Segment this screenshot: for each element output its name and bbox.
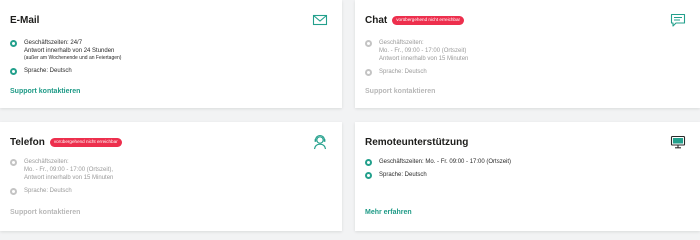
chat-hours-line3: Antwort innerhalb von 15 Minuten: [379, 56, 469, 62]
phone-status-badge: vorübergehend nicht erreichbar: [49, 138, 122, 147]
clock-icon: [365, 159, 372, 166]
phone-hours-line2: Mo. - Fr., 09:00 - 17:00 (Ortszeit),: [24, 167, 114, 173]
email-hours-note: (außer am Wochenende und an Feiertagen): [24, 55, 122, 61]
chat-bubble-icon: [670, 13, 686, 27]
phone-info: Geschäftszeiten: Mo. - Fr., 09:00 - 17:0…: [10, 158, 113, 200]
chat-title: Chat: [365, 15, 388, 26]
language-icon: [10, 68, 17, 75]
email-language-row: Sprache: Deutsch: [10, 67, 121, 75]
email-hours-line1: Geschäftszeiten: 24/7: [24, 40, 83, 46]
chat-hours-row: Geschäftszeiten: Mo. - Fr., 09:00 - 17:0…: [365, 39, 468, 63]
phone-language-row: Sprache: Deutsch: [10, 187, 113, 195]
email-title: E-Mail: [10, 15, 40, 26]
language-icon: [365, 172, 372, 179]
remote-learn-more-link[interactable]: Mehr erfahren: [365, 209, 412, 216]
phone-hours-line3: Antwort innerhalb von 15 Minuten: [24, 175, 114, 181]
remote-title: Remoteunterstützung: [365, 137, 469, 148]
email-hours-row: Geschäftszeiten: 24/7 Antwort innerhalb …: [10, 39, 121, 62]
chat-status-badge: vorübergehend nicht erreichbar: [392, 16, 465, 25]
phone-language: Sprache: Deutsch: [24, 188, 72, 194]
remote-title-row: Remoteunterstützung: [365, 137, 468, 148]
envelope-icon: [312, 14, 328, 26]
phone-contact-link[interactable]: Support kontaktieren: [10, 209, 80, 216]
chat-hours-line1: Geschäftszeiten:: [379, 40, 424, 46]
remote-language-row: Sprache: Deutsch: [365, 171, 511, 179]
language-icon: [10, 188, 17, 195]
remote-support-card: Remoteunterstützung Geschäftszeiten: Mo.…: [355, 122, 700, 231]
chat-contact-link[interactable]: Support kontaktieren: [365, 88, 435, 95]
clock-icon: [10, 159, 17, 166]
email-title-row: E-Mail: [10, 15, 39, 26]
email-hours-line2: Antwort innerhalb von 24 Stunden: [24, 48, 115, 54]
chat-language: Sprache: Deutsch: [379, 69, 427, 75]
phone-title-row: Telefon vorübergehend nicht erreichbar: [10, 137, 122, 148]
email-language: Sprache: Deutsch: [24, 68, 72, 74]
remote-monitor-icon: [670, 135, 686, 149]
email-info: Geschäftszeiten: 24/7 Antwort innerhalb …: [10, 39, 121, 80]
chat-support-card: Chat vorübergehend nicht erreichbar Gesc…: [355, 0, 700, 108]
remote-info: Geschäftszeiten: Mo. - Fr. 09:00 - 17:00…: [365, 158, 511, 184]
email-support-card: E-Mail Geschäftszeiten: 24/7 Antwort inn…: [0, 0, 342, 108]
remote-hours-row: Geschäftszeiten: Mo. - Fr. 09:00 - 17:00…: [365, 158, 511, 166]
phone-title: Telefon: [10, 137, 45, 148]
phone-hours-row: Geschäftszeiten: Mo. - Fr., 09:00 - 17:0…: [10, 158, 113, 182]
clock-icon: [10, 40, 17, 47]
chat-info: Geschäftszeiten: Mo. - Fr., 09:00 - 17:0…: [365, 39, 468, 81]
email-contact-link[interactable]: Support kontaktieren: [10, 88, 80, 95]
language-icon: [365, 69, 372, 76]
headset-agent-icon: [313, 134, 327, 150]
remote-hours-line1: Geschäftszeiten: Mo. - Fr. 09:00 - 17:00…: [379, 159, 512, 165]
chat-hours-line2: Mo. - Fr., 09:00 - 17:00 (Ortszeit): [379, 48, 467, 54]
chat-language-row: Sprache: Deutsch: [365, 68, 468, 76]
remote-language: Sprache: Deutsch: [379, 172, 427, 178]
clock-icon: [365, 40, 372, 47]
phone-support-card: Telefon vorübergehend nicht erreichbar G…: [0, 122, 342, 231]
phone-hours-line1: Geschäftszeiten:: [24, 159, 69, 165]
chat-title-row: Chat vorübergehend nicht erreichbar: [365, 15, 465, 26]
